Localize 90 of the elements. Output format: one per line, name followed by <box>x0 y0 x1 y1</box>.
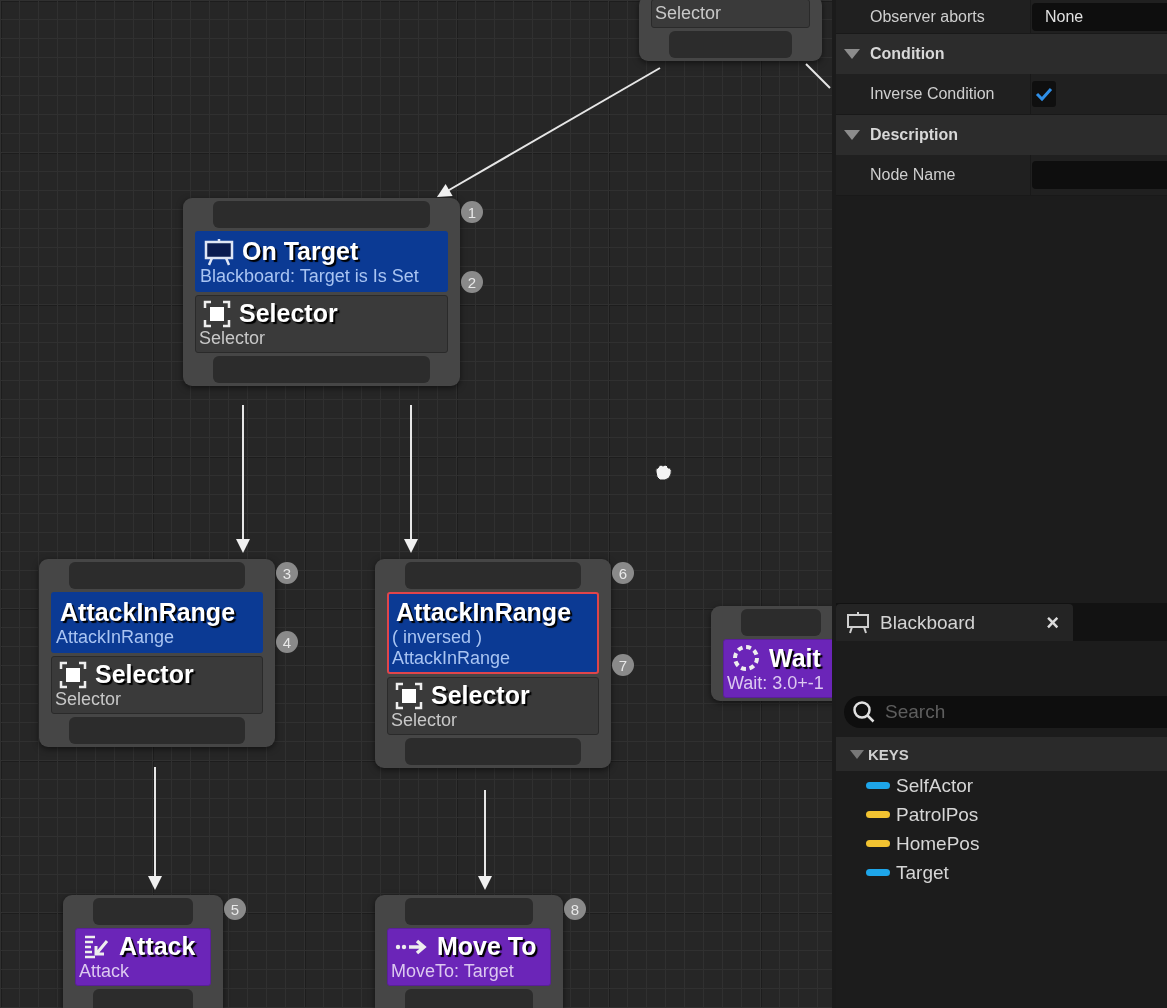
composite-block[interactable]: Selector <box>651 0 810 28</box>
tree-node[interactable]: AttackInRange AttackInRange Selector Selector <box>39 559 275 747</box>
check-icon <box>1035 86 1053 102</box>
input-pin[interactable] <box>69 562 245 589</box>
property-label: Inverse Condition <box>869 85 996 103</box>
order-badge: 5 <box>224 898 246 920</box>
key-name[interactable]: SelfActor <box>896 774 974 797</box>
node-description: MoveTo: Target <box>391 961 515 982</box>
node-description: Selector <box>199 328 267 349</box>
node-description: Attack <box>79 961 131 982</box>
node-description: Selector <box>55 689 123 710</box>
easel-icon <box>846 611 870 634</box>
tree-node[interactable]: Attack Attack <box>63 895 223 1008</box>
tree-node[interactable]: Move To MoveTo: Target <box>375 895 563 1008</box>
selector-icon <box>395 681 423 710</box>
section-header[interactable]: KEYS <box>836 737 1167 771</box>
node-description: Wait: 3.0+-1 <box>727 673 825 694</box>
dashed-circle-icon <box>731 643 761 673</box>
blackboard-tab[interactable]: Blackboard × <box>836 604 1073 641</box>
key-name[interactable]: HomePos <box>896 832 980 855</box>
output-pin[interactable] <box>405 738 581 765</box>
node-title: Selector <box>431 681 530 710</box>
decorator-title: On Target <box>242 237 359 266</box>
decorator-title: AttackInRange <box>60 598 236 627</box>
input-pin[interactable] <box>405 898 533 925</box>
order-badge: 7 <box>612 654 634 676</box>
input-pin[interactable] <box>213 201 430 228</box>
order-badge: 6 <box>612 562 634 584</box>
node-description: Selector <box>391 710 459 731</box>
decorator-block[interactable]: AttackInRange ( inversed ) AttackInRange <box>387 592 599 674</box>
task-block[interactable]: Move To MoveTo: Target <box>387 928 551 986</box>
order-badge: 1 <box>461 201 483 223</box>
composite-block[interactable]: Selector Selector <box>387 677 599 735</box>
output-pin[interactable] <box>93 989 193 1008</box>
connector-line <box>805 63 831 89</box>
expand-arrow-icon[interactable] <box>850 749 864 759</box>
order-badge: 2 <box>461 271 483 293</box>
input-pin[interactable] <box>405 562 581 589</box>
key-name[interactable]: Target <box>896 861 949 884</box>
selector-icon <box>59 660 87 689</box>
task-block[interactable]: Attack Attack <box>75 928 211 986</box>
category-label: Condition <box>870 45 945 63</box>
composite-block[interactable]: Selector Selector <box>51 656 263 714</box>
output-pin[interactable] <box>405 989 533 1008</box>
value-dropdown[interactable]: None <box>1032 2 1167 31</box>
output-pin[interactable] <box>213 356 430 383</box>
checkbox[interactable] <box>1032 81 1056 107</box>
input-pin[interactable] <box>741 609 821 636</box>
close-button[interactable]: × <box>1042 609 1063 636</box>
tree-node[interactable]: Wait Wait: 3.0+-1 <box>711 606 832 701</box>
decorator-description: AttackInRange <box>392 648 512 669</box>
decorator-description: ( inversed ) <box>392 627 484 648</box>
category-header[interactable]: Description <box>836 115 1167 155</box>
selector-icon <box>203 299 231 328</box>
order-badge: 3 <box>276 562 298 584</box>
tab-title: Blackboard <box>880 611 977 634</box>
node-description: Selector <box>655 3 723 24</box>
decorator-description: Blackboard: Target is Is Set <box>200 266 420 287</box>
tree-node[interactable]: AttackInRange ( inversed ) AttackInRange Selector Selector <box>375 559 611 768</box>
property-label: Observer aborts <box>869 7 986 26</box>
node-title: Move To <box>437 932 537 961</box>
tree-node[interactable]: Selector <box>639 0 822 61</box>
graph-canvas[interactable] <box>0 0 832 1008</box>
task-block[interactable]: Wait Wait: 3.0+-1 <box>723 639 832 698</box>
order-badge: 4 <box>276 631 298 653</box>
node-title: Wait <box>769 643 821 673</box>
node-title: Selector <box>95 660 194 689</box>
key-name[interactable]: PatrolPos <box>896 803 979 826</box>
node-title: Selector <box>239 299 338 328</box>
decorator-title: AttackInRange <box>396 598 572 627</box>
decorator-block[interactable]: On Target Blackboard: Target is Is Set <box>195 231 448 292</box>
value-text: None <box>1045 7 1084 26</box>
category-label: Description <box>870 126 958 144</box>
node-title: Attack <box>119 932 196 961</box>
decorator-block[interactable]: AttackInRange AttackInRange <box>51 592 263 653</box>
input-pin[interactable] <box>93 898 193 925</box>
hand-cursor-icon <box>655 464 672 481</box>
property-label: Node Name <box>869 166 957 184</box>
expand-arrow-icon[interactable] <box>844 130 860 140</box>
category-header[interactable]: Condition <box>836 34 1167 74</box>
composite-block[interactable]: Selector Selector <box>195 295 448 353</box>
tree-node[interactable]: On Target Blackboard: Target is Is Set Selector Selector <box>183 198 460 386</box>
expand-arrow-icon[interactable] <box>844 49 860 59</box>
easel-icon <box>204 237 234 266</box>
output-pin[interactable] <box>669 31 792 58</box>
section-label: KEYS <box>868 745 909 763</box>
order-badge: 8 <box>564 898 586 920</box>
output-pin[interactable] <box>69 717 245 744</box>
decorator-description: AttackInRange <box>56 627 176 648</box>
search-field[interactable]: Search <box>844 696 1167 728</box>
